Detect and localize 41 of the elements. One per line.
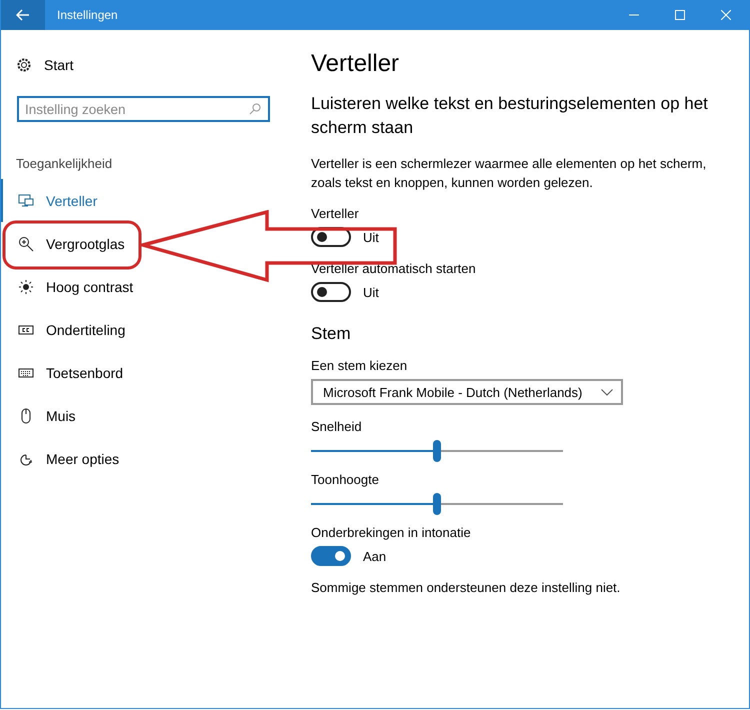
setting-label: Toonhoogte bbox=[311, 472, 380, 487]
page-title: Verteller bbox=[311, 50, 400, 78]
nav-item[interactable]: Ondertiteling bbox=[1, 308, 291, 351]
nav-item[interactable]: Hoog contrast bbox=[1, 265, 291, 308]
back-arrow-icon bbox=[16, 9, 30, 21]
window-title: Instellingen bbox=[57, 8, 119, 22]
toggle-state: Uit bbox=[363, 230, 379, 244]
toggle-switch[interactable] bbox=[311, 546, 351, 566]
slider-thumb[interactable] bbox=[433, 493, 441, 515]
page-subtitle: Luisteren welke tekst en besturingselementen op het scherm staan bbox=[311, 93, 709, 139]
toggle-switch[interactable] bbox=[311, 282, 351, 302]
nav-item[interactable]: Muis bbox=[1, 394, 291, 437]
chevron-down-icon bbox=[601, 388, 613, 396]
monitor-icon bbox=[18, 192, 34, 208]
toggle-state: Aan bbox=[363, 548, 386, 564]
setting-label: Snelheid bbox=[311, 419, 363, 434]
slider-thumb[interactable] bbox=[433, 440, 441, 462]
setting-label: Verteller automatisch starten bbox=[311, 261, 477, 276]
toggle-switch[interactable] bbox=[311, 227, 351, 247]
setting-label: Een stem kiezen bbox=[311, 358, 408, 373]
sun-icon bbox=[18, 278, 34, 294]
description: Verteller is een schermlezer waarmee alle elementen op het scherm, zoals tekst en knoppen, kunnen worden gelezen. bbox=[311, 155, 708, 192]
section-heading: Toegankelijkheid bbox=[16, 156, 114, 171]
gear-icon bbox=[16, 57, 32, 73]
search-icon bbox=[249, 103, 261, 115]
back-button[interactable] bbox=[1, 0, 45, 30]
nav-item[interactable]: Toetsenbord bbox=[1, 351, 291, 394]
nav-item[interactable]: Verteller bbox=[1, 179, 291, 222]
voice-dropdown[interactable]: Microsoft Frank Mobile - Dutch (Netherlands) bbox=[311, 379, 623, 405]
search-field[interactable]: Instelling zoeken bbox=[17, 96, 270, 122]
home-item[interactable]: Start bbox=[1, 54, 291, 76]
section-heading: Stem bbox=[311, 324, 352, 344]
nav-item[interactable]: Vergrootglas bbox=[1, 222, 291, 265]
setting-label: Onderbrekingen in intonatie bbox=[311, 525, 472, 540]
note-text: Sommige stemmen ondersteunen deze instelling niet. bbox=[311, 580, 622, 595]
setting-label: Verteller bbox=[311, 206, 360, 221]
close-icon bbox=[721, 10, 731, 20]
toggle-state: Uit bbox=[363, 284, 379, 300]
magnifier-icon bbox=[18, 236, 34, 252]
maximize-icon bbox=[675, 10, 685, 20]
nav-item[interactable]: Meer opties bbox=[1, 437, 291, 480]
